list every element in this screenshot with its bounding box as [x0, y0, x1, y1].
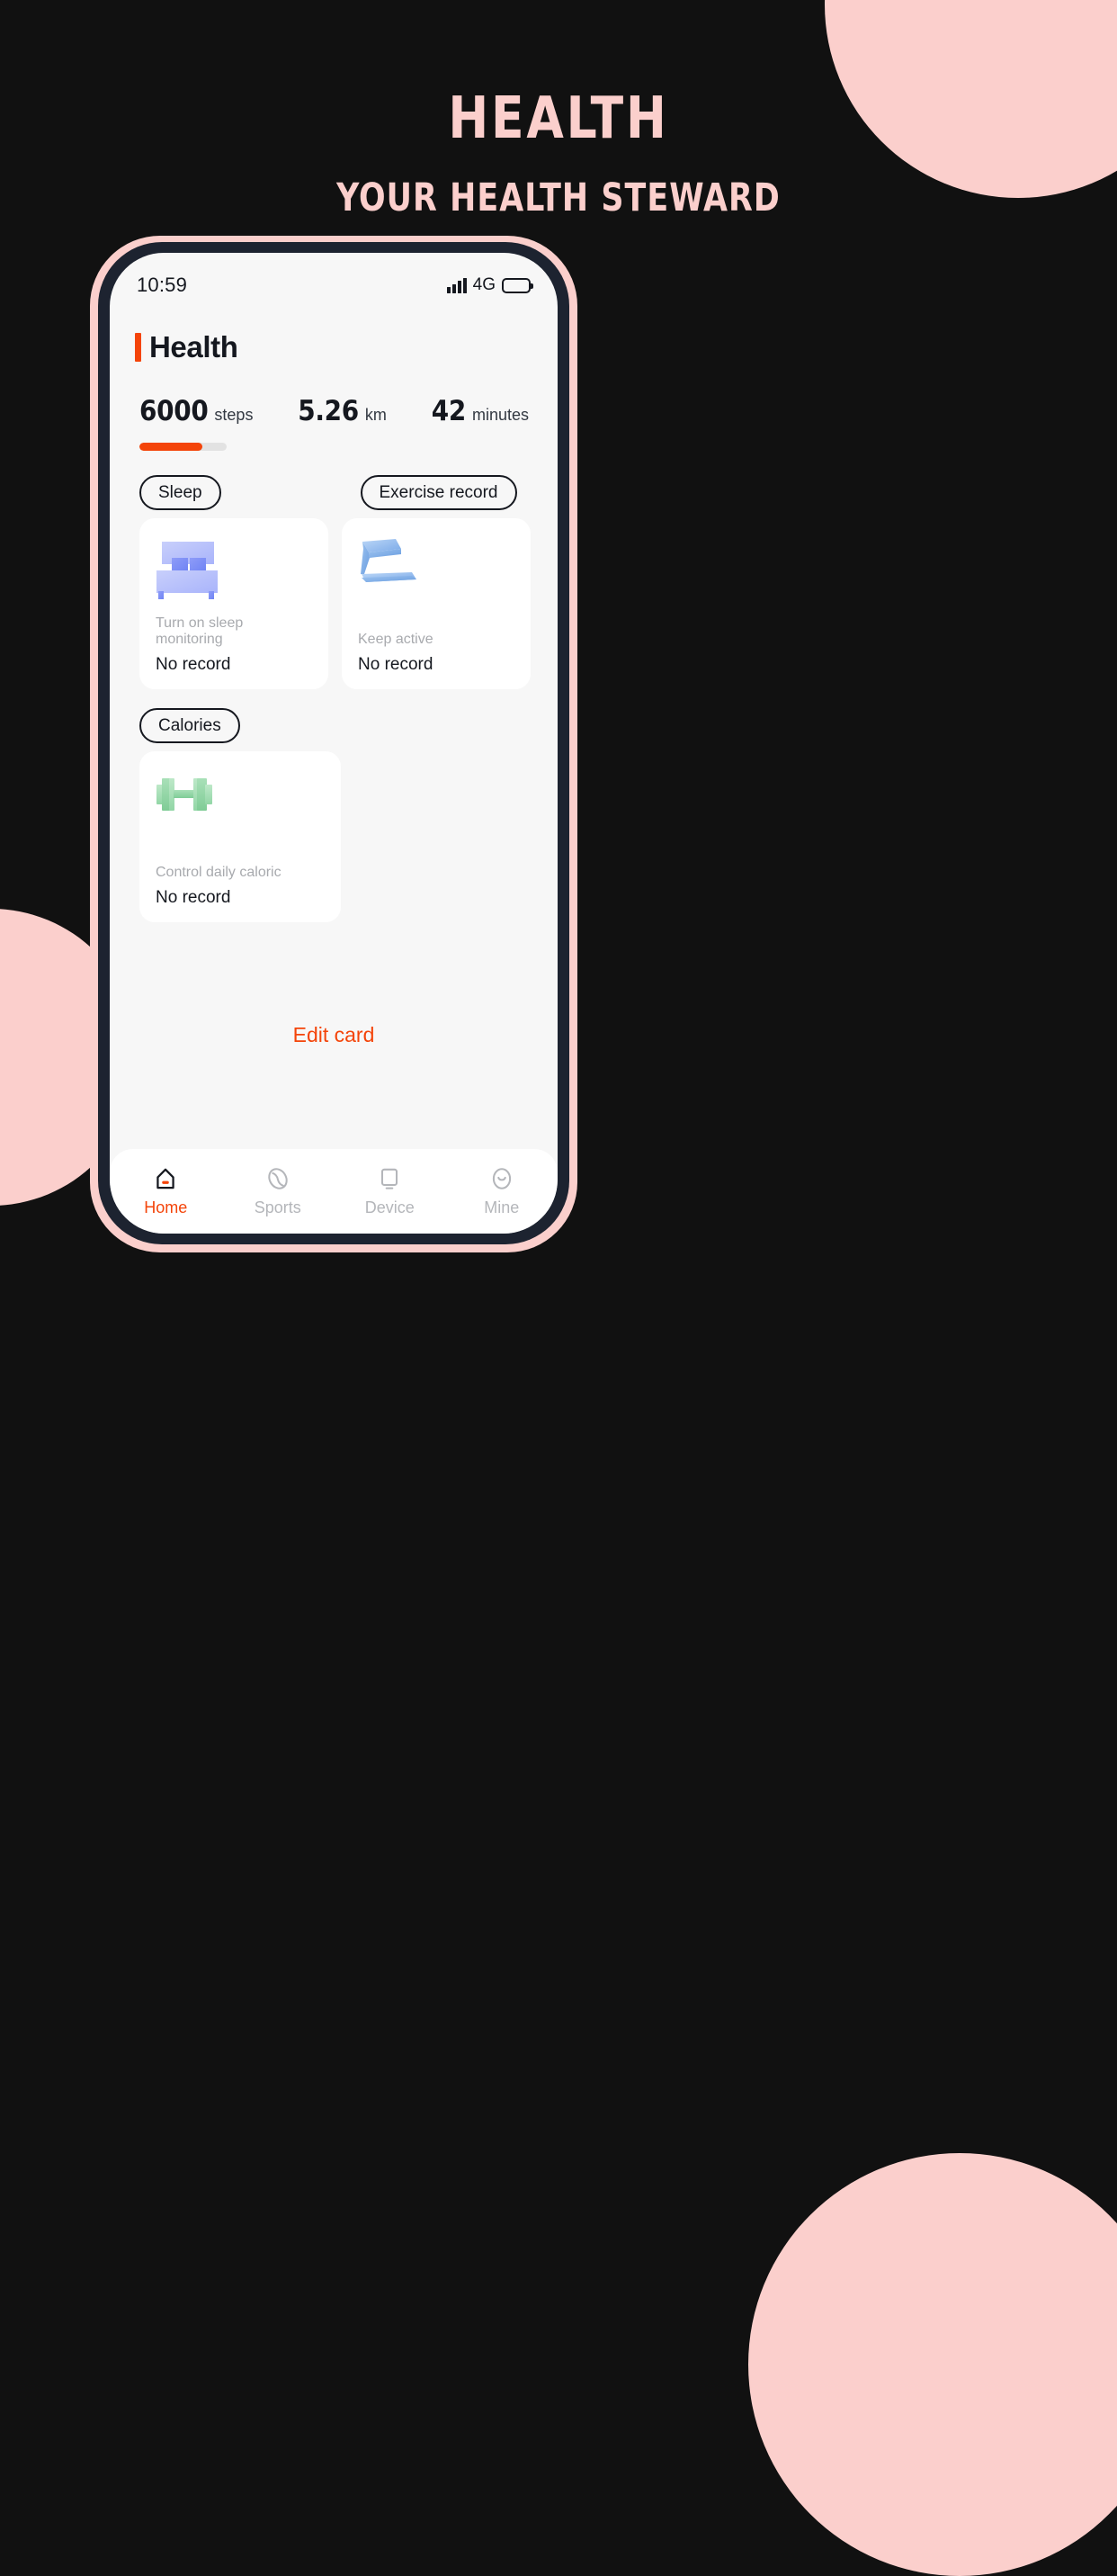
card-exercise-value: No record [358, 655, 433, 674]
stat-distance-value: 5.26 [298, 395, 359, 427]
status-bar-indicators: 4G [447, 275, 533, 295]
card-exercise-subtitle: Keep active [358, 632, 433, 647]
bottom-navigation-bar: Home Sports Device Mine [110, 1149, 558, 1234]
phone-bezel: 10:59 4G Health 6000 steps 5.26 km 42 mi… [98, 242, 569, 1244]
nav-label-mine: Mine [484, 1198, 520, 1216]
card-sleep[interactable]: Turn on sleep monitoring No record [139, 518, 328, 689]
home-icon [156, 1168, 174, 1189]
pill-exercise-record[interactable]: Exercise record [360, 475, 517, 510]
steps-progress-fill [139, 443, 202, 451]
stat-duration-value: 42 [431, 395, 467, 427]
nav-item-device[interactable]: Device [334, 1165, 446, 1217]
decorative-blob-bottom-right [748, 2153, 1117, 2576]
edit-card-link[interactable]: Edit card [110, 1023, 558, 1047]
nav-item-sports[interactable]: Sports [222, 1165, 335, 1217]
card-sleep-value: No record [156, 655, 231, 674]
bed-icon [156, 534, 312, 610]
card-row-1: Turn on sleep monitoring No record Keep … [110, 518, 558, 689]
card-calories-value: No record [156, 888, 231, 907]
phone-mockup-frame: 10:59 4G Health 6000 steps 5.26 km 42 mi… [90, 236, 577, 1252]
nav-item-mine[interactable]: Mine [446, 1165, 558, 1217]
steps-progress-bar [139, 443, 227, 451]
status-bar-network: 4G [472, 275, 496, 294]
app-header: Health [110, 303, 558, 364]
status-bar-time: 10:59 [137, 274, 188, 296]
card-sleep-subtitle: Turn on sleep monitoring [156, 615, 244, 647]
section-pill-row-1: Sleep Exercise record [110, 475, 558, 510]
signal-bars-icon [447, 277, 467, 293]
stat-distance-unit: km [364, 406, 387, 424]
stat-steps[interactable]: 6000 steps [139, 395, 253, 427]
section-pill-row-2: Calories [110, 708, 558, 743]
stat-duration[interactable]: 42 minutes [432, 395, 529, 427]
stat-distance[interactable]: 5.26 km [298, 395, 387, 427]
status-bar: 10:59 4G [110, 253, 558, 303]
stat-steps-value: 6000 [139, 395, 209, 427]
card-calories[interactable]: Control daily caloric No record [139, 751, 341, 922]
poster-heading-group: HEALTH YOUR HEALTH STEWARD [0, 0, 1117, 220]
app-title: Health [149, 330, 238, 364]
nav-item-home[interactable]: Home [110, 1165, 222, 1217]
phone-screen: 10:59 4G Health 6000 steps 5.26 km 42 mi… [110, 253, 558, 1234]
nav-label-sports: Sports [254, 1198, 301, 1216]
card-exercise-record[interactable]: Keep active No record [342, 518, 531, 689]
treadmill-icon [358, 534, 514, 610]
stat-steps-unit: steps [214, 406, 254, 424]
dumbbell-icon [156, 767, 325, 843]
page-title: HEALTH [448, 85, 669, 152]
card-calories-subtitle: Control daily caloric [156, 865, 281, 880]
stats-row: 6000 steps 5.26 km 42 minutes [110, 364, 558, 427]
sports-ball-icon [268, 1168, 288, 1189]
page-subtitle: YOUR HEALTH STEWARD [336, 175, 781, 220]
device-monitor-icon [381, 1168, 398, 1189]
pill-sleep[interactable]: Sleep [139, 475, 221, 510]
stat-duration-unit: minutes [471, 406, 529, 424]
card-row-2: Control daily caloric No record [110, 751, 558, 922]
nav-label-home: Home [144, 1198, 188, 1216]
battery-icon [502, 277, 533, 293]
smiley-face-icon [492, 1168, 511, 1189]
pill-calories[interactable]: Calories [139, 708, 240, 743]
nav-label-device: Device [364, 1198, 415, 1216]
title-accent-bar [135, 333, 141, 362]
